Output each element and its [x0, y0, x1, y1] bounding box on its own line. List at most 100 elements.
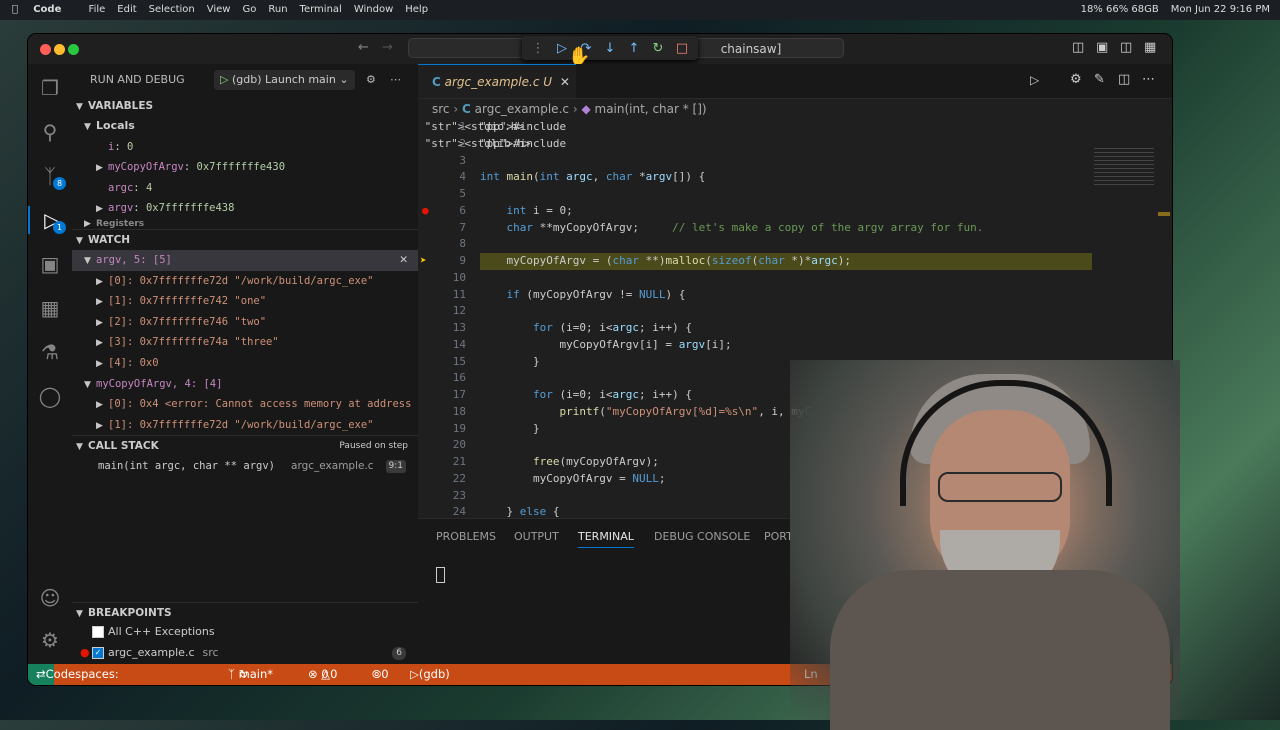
code-line[interactable]: 8	[418, 236, 1172, 253]
toggle-secondary-sidebar-icon[interactable]: ◫	[1120, 40, 1132, 55]
debug-indicator[interactable]: ▷ (gdb) Launch main (work)	[410, 664, 450, 685]
manage-gear-icon[interactable]: ⚙	[36, 626, 64, 654]
code-line[interactable]: 9 ➤ myCopyOfArgv = (char **)malloc(sizeof…	[418, 253, 1172, 270]
line-number[interactable]: 4	[418, 169, 466, 186]
toggle-primary-sidebar-icon[interactable]: ◫	[1072, 40, 1084, 55]
variable-row[interactable]: argc: 4	[72, 178, 418, 199]
menubar-item-edit[interactable]: Edit	[117, 0, 136, 20]
minimap[interactable]	[1094, 148, 1154, 188]
line-number[interactable]: 14	[418, 337, 466, 354]
menubar-item-selection[interactable]: Selection	[149, 0, 195, 20]
restart-icon[interactable]: ↻	[648, 38, 668, 58]
chevron-right-icon[interactable]: ▶	[96, 199, 108, 219]
run-debug-icon[interactable]: ▷ 1	[28, 206, 74, 234]
code-line[interactable]: 6 ● int i = 0;	[418, 203, 1172, 220]
line-number[interactable]: 8	[418, 236, 466, 253]
chevron-right-icon[interactable]: ▶	[96, 354, 108, 374]
code-line[interactable]: 7 char **myCopyOfArgv; // let's make a c…	[418, 220, 1172, 237]
github-icon[interactable]: ◯	[36, 382, 64, 410]
menubar-app[interactable]: Code	[33, 0, 61, 20]
watch-row[interactable]: ▶ [0]: 0x4 <error: Cannot access memory a…	[72, 394, 418, 415]
line-number[interactable]: 20	[418, 437, 466, 454]
code-line[interactable]: 12	[418, 303, 1172, 320]
zoom-window-button[interactable]	[68, 44, 79, 55]
breakpoint-item[interactable]: All C++ Exceptions	[72, 622, 418, 643]
close-window-button[interactable]	[40, 44, 51, 55]
chevron-right-icon[interactable]: ▶	[96, 333, 108, 353]
back-arrow-icon[interactable]: ←	[358, 40, 369, 55]
open-launch-json-gear-icon[interactable]: ⚙	[366, 64, 376, 96]
line-number[interactable]: 17	[418, 387, 466, 404]
breakpoint-checkbox[interactable]: ✓	[92, 646, 104, 659]
code-line[interactable]: 11 if (myCopyOfArgv != NULL) {	[418, 287, 1172, 304]
panel-tab-terminal[interactable]: TERMINAL	[578, 519, 634, 548]
menubar-item-go[interactable]: Go	[242, 0, 256, 20]
line-number[interactable]: 2	[418, 136, 466, 153]
line-number[interactable]: 3	[418, 153, 466, 170]
code-line[interactable]: 3	[418, 153, 1172, 170]
code-line[interactable]: 5	[418, 186, 1172, 203]
line-number[interactable]: 21	[418, 454, 466, 471]
more-actions-icon[interactable]: ⋯	[390, 64, 401, 96]
breadcrumb-symbol[interactable]: main(int, char * [])	[595, 102, 707, 116]
breadcrumb-folder[interactable]: src	[432, 102, 450, 116]
breakpoints-section-header[interactable]: ▼ BREAKPOINTS	[72, 602, 418, 623]
breakpoint-icon[interactable]: ●	[422, 203, 429, 220]
menubar-item-help[interactable]: Help	[405, 0, 428, 20]
watch-row[interactable]: ▶ [2]: 0x7fffffffe746 "two"	[72, 312, 418, 333]
menubar-item-file[interactable]: File	[89, 0, 106, 20]
ports-indicator[interactable]: ⦾ 0	[372, 664, 389, 685]
watch-section-header[interactable]: ▼ WATCH	[72, 228, 418, 250]
editor-gear-icon[interactable]: ⚙	[1070, 72, 1082, 87]
apple-icon[interactable]: 	[12, 0, 18, 20]
line-number[interactable]: 15	[418, 354, 466, 371]
watch-row[interactable]: ▼ myCopyOfArgv, 4: [4]	[72, 374, 418, 395]
chevron-down-icon[interactable]: ▼	[84, 251, 96, 271]
code-line[interactable]: 2 "pp">#include "str"><stdlib.h>	[418, 136, 1172, 153]
registers-scope[interactable]: ▶ Registers	[72, 219, 418, 229]
watch-row[interactable]: ▶ [3]: 0x7fffffffe74a "three"	[72, 332, 418, 353]
variable-row[interactable]: ▶ argv: 0x7fffffffe438	[72, 198, 418, 219]
code-line[interactable]: 4 int main(int argc, char *argv[]) {	[418, 169, 1172, 186]
remote-explorer-icon[interactable]: ▣	[36, 250, 64, 278]
line-number[interactable]: 16	[418, 370, 466, 387]
watch-row[interactable]: ▶ [0]: 0x7fffffffe72d "/work/build/argc_e…	[72, 271, 418, 292]
breakpoint-checkbox[interactable]	[92, 626, 104, 638]
open-changes-icon[interactable]: ✎	[1094, 72, 1105, 87]
chevron-right-icon[interactable]: ▶	[96, 416, 108, 436]
step-out-icon[interactable]: ↑	[624, 38, 644, 58]
breakpoint-item[interactable]: ● ✓ argc_example.c src 6	[72, 643, 418, 664]
callstack-section-header[interactable]: ▼ CALL STACK Paused on step	[72, 435, 418, 456]
menubar-item-run[interactable]: Run	[268, 0, 287, 20]
watch-row[interactable]: ▶ [1]: 0x7fffffffe72d "/work/build/argc_e…	[72, 415, 418, 436]
forward-arrow-icon[interactable]: →	[382, 40, 393, 55]
launch-config-select[interactable]: ▷ (gdb) Launch main ⌄	[214, 70, 355, 90]
problems-indicator[interactable]: ⊗ 0 △ 0	[308, 664, 337, 685]
menubar-item-window[interactable]: Window	[354, 0, 393, 20]
variable-row[interactable]: ▶ myCopyOfArgv: 0x7fffffffe430	[72, 157, 418, 178]
chevron-right-icon[interactable]: ▶	[96, 313, 108, 333]
code-line[interactable]: 1 "pp">#include "str"><stdio.h>	[418, 119, 1172, 136]
code-line[interactable]: 14 myCopyOfArgv[i] = argv[i];	[418, 337, 1172, 354]
stop-icon[interactable]: □	[672, 38, 692, 58]
line-number[interactable]: 23	[418, 488, 466, 505]
menubar-item-view[interactable]: View	[207, 0, 231, 20]
vertical-scrollbar[interactable]	[1158, 212, 1170, 216]
editor-more-icon[interactable]: ⋯	[1142, 72, 1155, 87]
code-line[interactable]: 13 for (i=0; i<argc; i++) {	[418, 320, 1172, 337]
customize-layout-icon[interactable]: ▦	[1144, 40, 1156, 55]
remove-watch-icon[interactable]: ✕	[399, 250, 408, 271]
line-number[interactable]: 10	[418, 270, 466, 287]
account-icon[interactable]: ☺	[36, 584, 64, 612]
line-number[interactable]: 22	[418, 471, 466, 488]
branch-indicator[interactable]: ᛉ main* ↻	[228, 664, 273, 685]
line-number[interactable]: 11	[418, 287, 466, 304]
drag-handle-icon[interactable]: ⋮	[528, 38, 548, 58]
remote-indicator[interactable]: ⇄ Codespaces: literate chainsaw	[28, 664, 119, 685]
watch-row[interactable]: ▼ argv, 5: [5] ✕	[72, 249, 418, 271]
line-number[interactable]: 19	[418, 421, 466, 438]
watch-row[interactable]: ▶ [4]: 0x0	[72, 353, 418, 374]
line-number[interactable]: 5	[418, 186, 466, 203]
minimize-window-button[interactable]	[54, 44, 65, 55]
source-control-icon[interactable]: ᛉ8	[36, 162, 66, 190]
